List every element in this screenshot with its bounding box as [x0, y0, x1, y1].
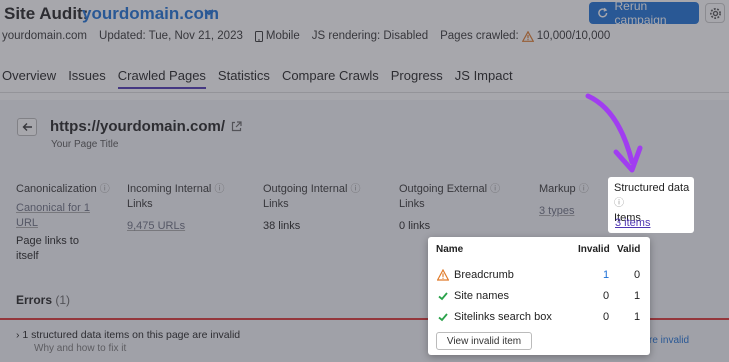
- col-header-invalid: Invalid: [578, 244, 610, 255]
- annotation-arrow-icon: [585, 93, 643, 173]
- table-row: Breadcrumb 1 0: [435, 267, 643, 285]
- check-icon: [438, 313, 448, 322]
- item-name: Site names: [454, 290, 510, 302]
- valid-count: 1: [633, 290, 641, 302]
- col-header-valid: Valid: [617, 244, 641, 255]
- info-icon[interactable]: ⓘ: [614, 198, 624, 209]
- valid-count: 0: [633, 269, 641, 281]
- metric-structured-data-items: Structured data ⓘ Items 3 items: [608, 177, 694, 233]
- structured-data-popup: Name Invalid Valid Breadcrumb 1 0 Site n…: [428, 237, 650, 355]
- col-header-name: Name: [436, 244, 464, 255]
- invalid-count: 0: [602, 290, 610, 302]
- metric-label-line1: Structured data: [614, 182, 690, 194]
- valid-count: 1: [633, 311, 641, 323]
- table-row: Site names 0 1: [435, 288, 643, 306]
- invalid-count: 0: [602, 311, 610, 323]
- warning-icon: [437, 269, 449, 281]
- view-invalid-item-button[interactable]: View invalid item: [436, 332, 532, 350]
- structured-items-link[interactable]: 3 items: [615, 217, 650, 229]
- check-icon: [438, 292, 448, 301]
- invalid-count-link[interactable]: 1: [600, 269, 612, 281]
- item-name: Breadcrumb: [454, 269, 514, 281]
- table-row: Sitelinks search box 0 1: [435, 309, 643, 327]
- item-name: Sitelinks search box: [454, 311, 552, 323]
